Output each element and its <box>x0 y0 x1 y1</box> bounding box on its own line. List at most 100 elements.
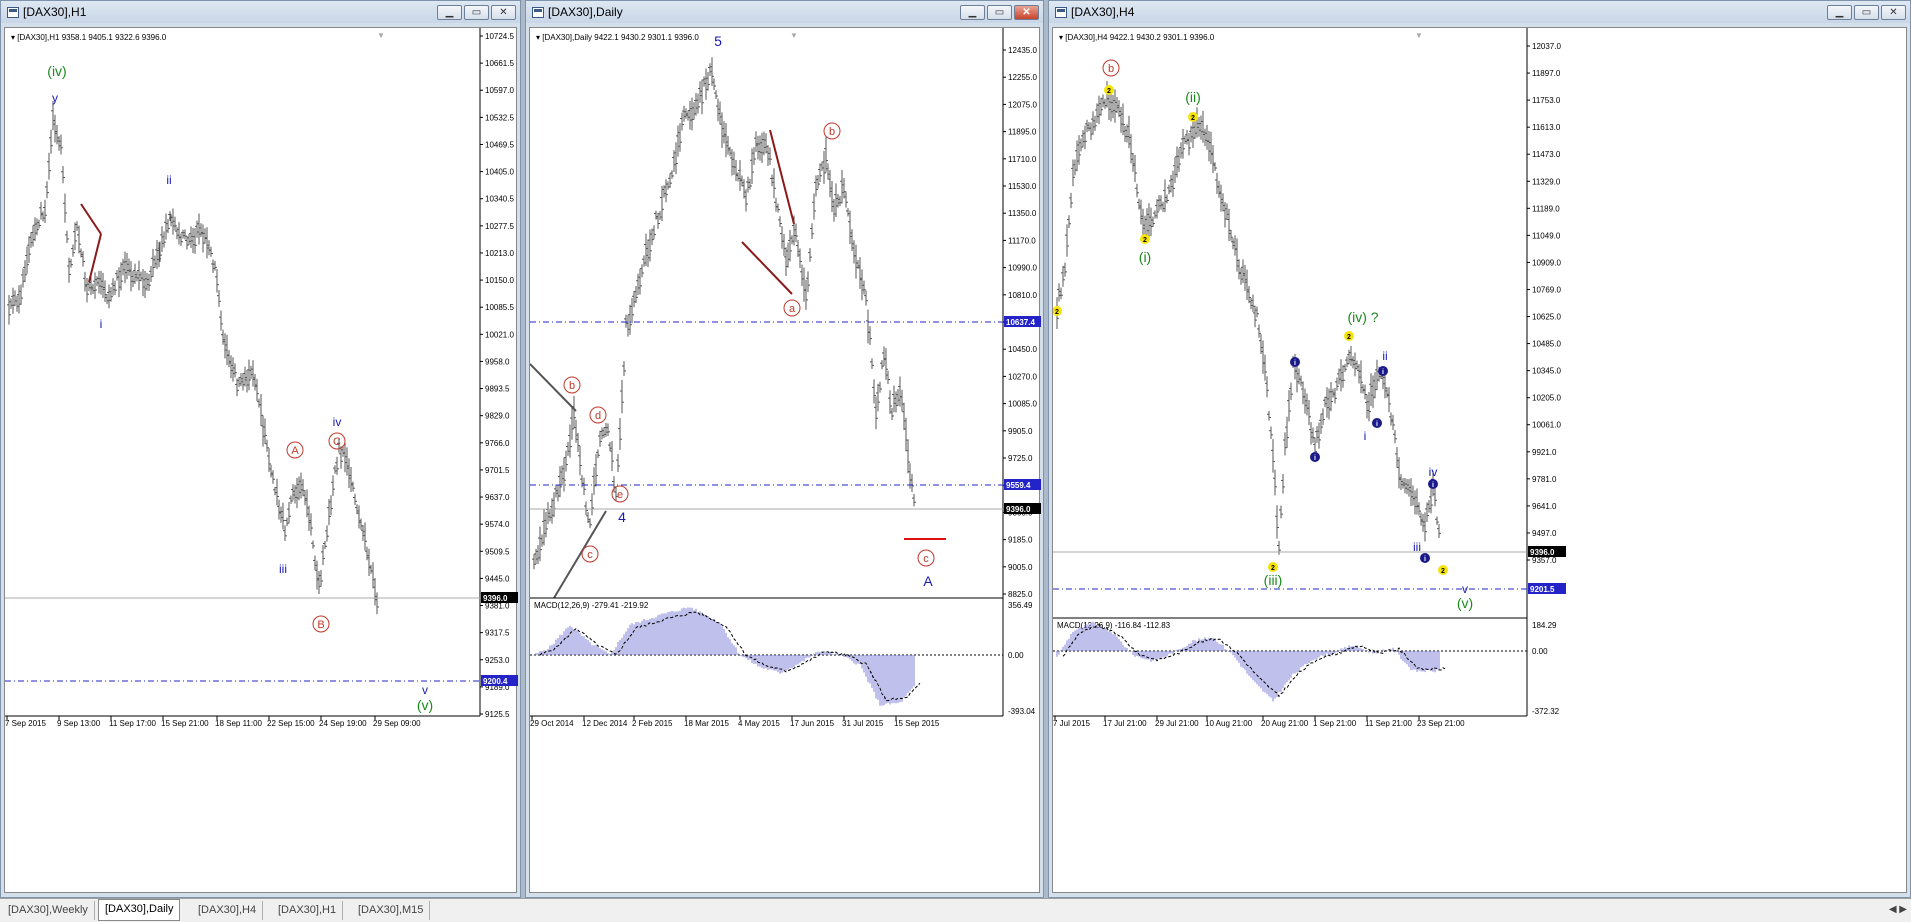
time-tick-label: 24 Sep 19:00 <box>319 719 367 728</box>
macd-info: MACD(12,26,9) -279.41 -219.92 <box>534 601 649 610</box>
time-tick-label: 9 Sep 13:00 <box>57 719 101 728</box>
wave-label-5: 5 <box>714 33 722 49</box>
time-tick-label: 4 May 2015 <box>738 719 780 728</box>
chart-window-h4[interactable]: [DAX30],H4 ▁ ▭ ✕ ▾ [DAX30],H4 9422.1 943… <box>1048 0 1911 898</box>
maximize-button[interactable]: ▭ <box>987 5 1012 20</box>
price-chart-svg[interactable]: ▾ [DAX30],Daily 9422.1 9430.2 9301.1 939… <box>529 28 1042 896</box>
chart-area[interactable]: ▾ [DAX30],H1 9358.1 9405.1 9322.6 9396.0… <box>4 27 519 896</box>
close-button[interactable]: ✕ <box>1014 5 1039 20</box>
price-tick-label: 9445.0 <box>485 574 510 583</box>
tab-h1[interactable]: [DAX30],H1 <box>272 901 344 920</box>
maximize-button[interactable]: ▭ <box>464 5 489 20</box>
price-tick-label: 9905.0 <box>1008 427 1033 436</box>
price-tick-label: 10061.0 <box>1532 421 1561 430</box>
tab-h4[interactable]: [DAX30],H4 <box>192 901 264 920</box>
wave-label-iv-green: (iv) <box>47 63 66 79</box>
tab-scroll-arrows[interactable]: ◀ ▶ <box>1889 904 1907 915</box>
price-tag-label: 9200.4 <box>483 677 508 686</box>
wave-marker-yellow-label: 2 <box>1271 565 1275 572</box>
wave-label-b: b <box>829 126 835 138</box>
price-tag-label: 9396.0 <box>1530 548 1555 557</box>
title-bar[interactable]: [DAX30],H1 ▁ ▭ ✕ <box>1 1 520 23</box>
close-button[interactable]: ✕ <box>1881 5 1906 20</box>
price-tick-label: 10021.0 <box>485 330 514 339</box>
price-tick-label: 9125.5 <box>485 710 510 719</box>
price-tag-label: 10637.4 <box>1006 318 1035 327</box>
time-tick-label: 10 Aug 21:00 <box>1205 719 1253 728</box>
price-tick-label: 9005.0 <box>1008 563 1033 572</box>
time-tick-label: 17 Jun 2015 <box>790 719 835 728</box>
close-button[interactable]: ✕ <box>491 5 516 20</box>
price-tick-label: 9725.0 <box>1008 454 1033 463</box>
price-tick-label: 10085.5 <box>485 303 514 312</box>
chart-window-daily[interactable]: [DAX30],Daily ▁ ▭ ✕ ▾ [DAX30],Daily 9422… <box>525 0 1044 898</box>
macd-level-label: 184.29 <box>1532 621 1557 630</box>
price-tick-label: 9509.5 <box>485 547 510 556</box>
time-tick-label: 15 Sep 21:00 <box>161 719 209 728</box>
price-chart-svg[interactable]: ▾ [DAX30],H4 9422.1 9430.2 9301.1 9396.0… <box>1052 28 1908 896</box>
price-tick-label: 10270.0 <box>1008 372 1037 381</box>
wave-label-b: b <box>569 380 575 392</box>
macd-level-label: 0.00 <box>1532 647 1548 656</box>
wave-label-iv: iv <box>333 415 342 429</box>
price-tick-label: 10450.0 <box>1008 345 1037 354</box>
chart-window-h1[interactable]: [DAX30],H1 ▁ ▭ ✕ ▾ [DAX30],H1 9358.1 940… <box>0 0 521 898</box>
price-tick-label: 10213.0 <box>485 249 514 258</box>
wave-label-d: d <box>595 410 601 422</box>
time-tick-label: 15 Sep 2015 <box>894 719 940 728</box>
price-tick-label: 10277.5 <box>485 222 514 231</box>
minimize-button[interactable]: ▁ <box>1827 5 1852 20</box>
price-tick-label: 11897.0 <box>1532 69 1561 78</box>
chart-info-header: ▾ [DAX30],H1 9358.1 9405.1 9322.6 9396.0 <box>11 33 167 42</box>
chart-area[interactable]: ▾ [DAX30],Daily 9422.1 9430.2 9301.1 939… <box>529 27 1042 896</box>
title-bar[interactable]: [DAX30],Daily ▁ ▭ ✕ <box>526 1 1043 23</box>
price-chart-svg[interactable]: ▾ [DAX30],H1 9358.1 9405.1 9322.6 9396.0… <box>5 28 519 896</box>
time-tick-label: 11 Sep 21:00 <box>1365 719 1413 728</box>
time-tick-label: 23 Sep 21:00 <box>1417 719 1465 728</box>
wave-marker-blue-label: i <box>1382 369 1384 376</box>
wave-label-v-green: (v) <box>1457 595 1473 611</box>
price-tick-label: 10405.0 <box>485 168 514 177</box>
price-tag-label: 9201.5 <box>1530 585 1555 594</box>
tab-weekly[interactable]: [DAX30],Weekly <box>2 901 95 920</box>
wave-label-i: i <box>1364 429 1367 443</box>
time-tick-label: 31 Jul 2015 <box>842 719 884 728</box>
price-tick-label: 10597.0 <box>485 86 514 95</box>
chart-area[interactable]: ▾ [DAX30],H4 9422.1 9430.2 9301.1 9396.0… <box>1052 27 1907 893</box>
wave-label-i-green: (i) <box>1139 249 1151 265</box>
price-tick-label: 10724.5 <box>485 32 514 41</box>
price-tick-label: 9185.0 <box>1008 536 1033 545</box>
price-tick-label: 9317.5 <box>485 629 510 638</box>
maximize-button[interactable]: ▭ <box>1854 5 1879 20</box>
price-tick-label: 9253.0 <box>485 656 510 665</box>
wave-label-4: 4 <box>618 509 626 525</box>
price-tick-label: 8825.0 <box>1008 590 1033 599</box>
price-tick-label: 10085.0 <box>1008 400 1037 409</box>
chart-window-icon <box>1055 6 1067 18</box>
wave-marker-yellow-label: 2 <box>1191 115 1195 122</box>
tab-m15[interactable]: [DAX30],M15 <box>352 901 431 920</box>
wave-label-iii: iii <box>279 562 287 576</box>
wave-marker-yellow-label: 2 <box>1143 237 1147 244</box>
time-tick-label: 18 Mar 2015 <box>684 719 729 728</box>
minimize-button[interactable]: ▁ <box>960 5 985 20</box>
price-tick-label: 9637.0 <box>485 493 510 502</box>
title-bar[interactable]: [DAX30],H4 ▁ ▭ ✕ <box>1049 1 1910 23</box>
time-tick-label: 22 Sep 15:00 <box>267 719 315 728</box>
price-tick-label: 11170.0 <box>1008 236 1036 245</box>
wave-marker-yellow-label: 2 <box>1441 568 1445 575</box>
price-tag-label: 9396.0 <box>483 594 508 603</box>
window-title: [DAX30],H4 <box>1071 5 1135 19</box>
chart-info-header: ▾ [DAX30],Daily 9422.1 9430.2 9301.1 939… <box>536 33 699 42</box>
wave-marker-blue-label: i <box>1424 556 1426 563</box>
time-tick-label: 12 Dec 2014 <box>582 719 628 728</box>
minimize-button[interactable]: ▁ <box>437 5 462 20</box>
tab-daily[interactable]: [DAX30],Daily <box>98 899 181 921</box>
wave-marker-yellow-label: 2 <box>1347 334 1351 341</box>
chart-info-header: ▾ [DAX30],H4 9422.1 9430.2 9301.1 9396.0 <box>1059 33 1215 42</box>
macd-level-label: -372.32 <box>1532 707 1560 716</box>
price-tick-label: 9641.0 <box>1532 502 1557 511</box>
price-tick-label: 9574.0 <box>485 520 510 529</box>
wave-label-ii: ii <box>166 173 171 187</box>
price-tick-label: 10990.0 <box>1008 264 1037 273</box>
